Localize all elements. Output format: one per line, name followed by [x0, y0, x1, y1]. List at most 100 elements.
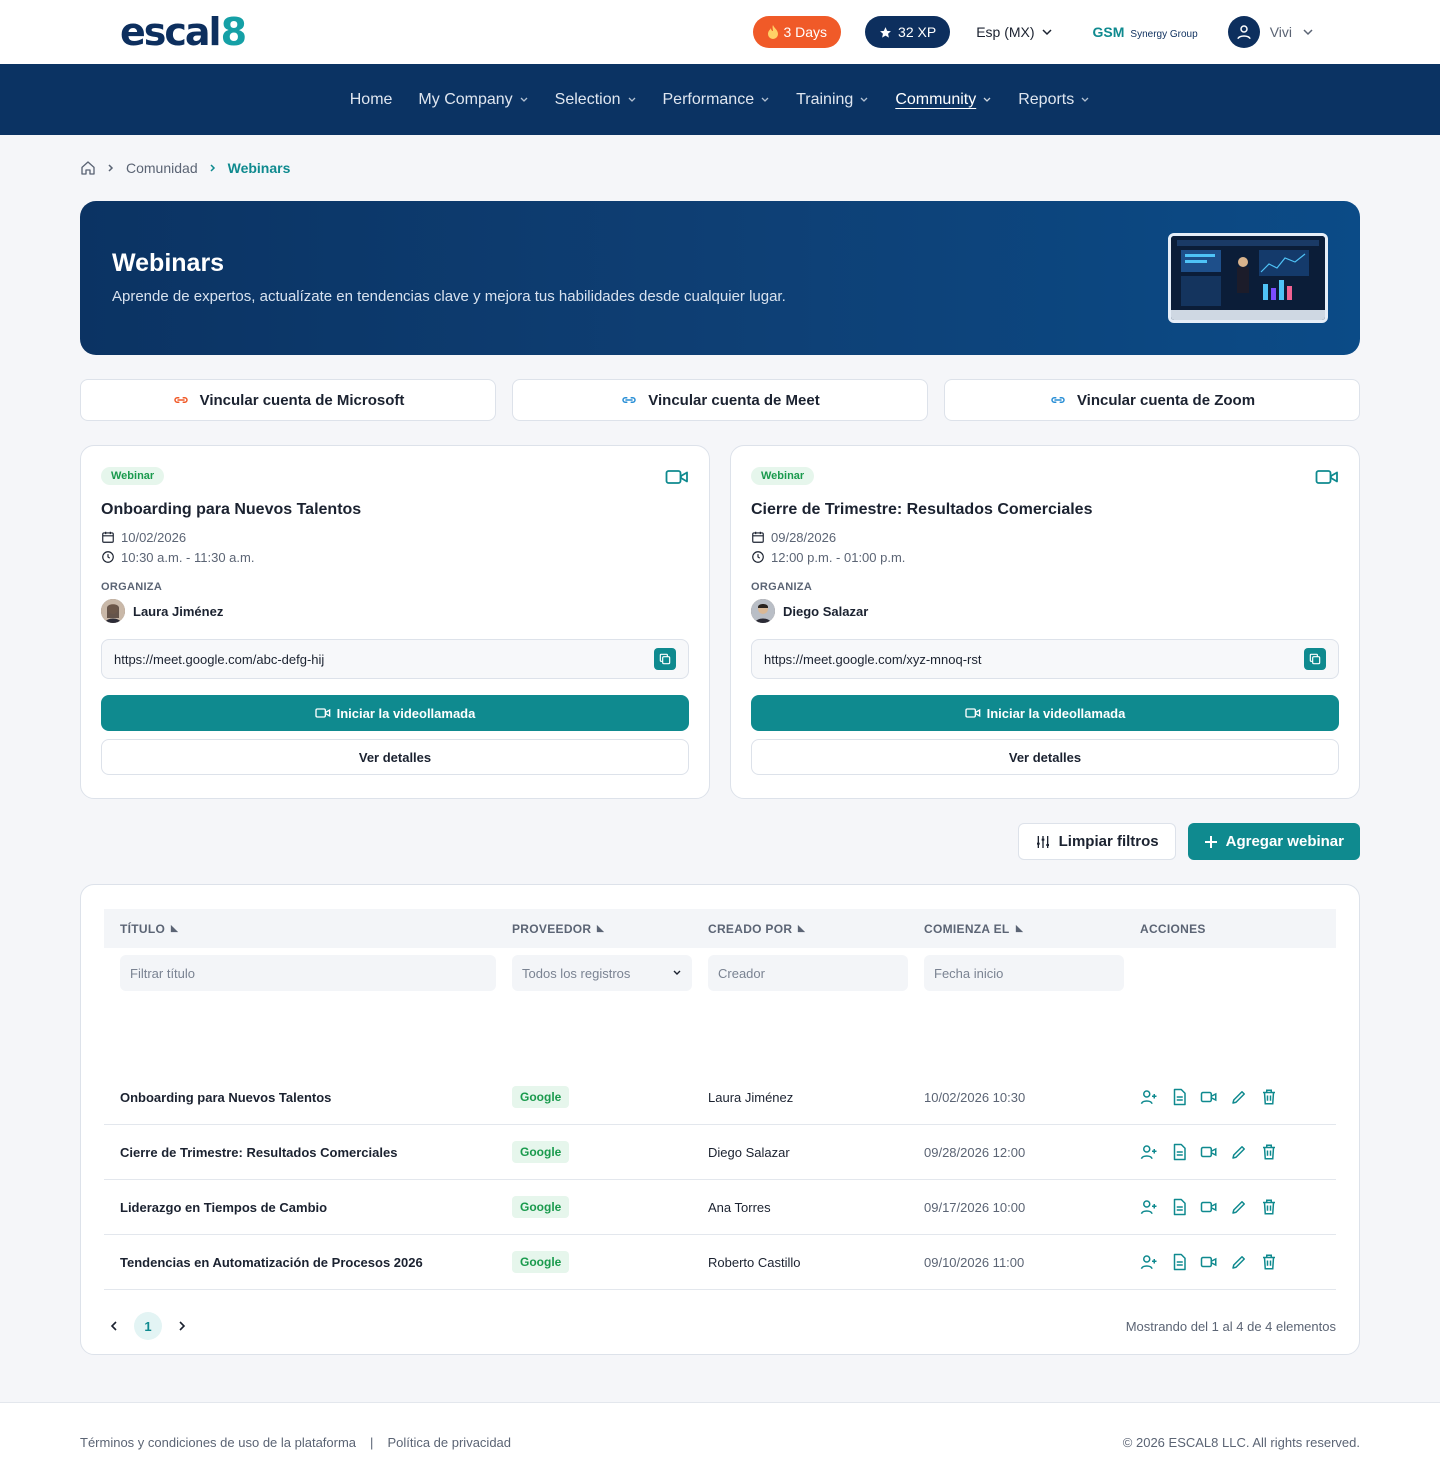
nav-performance[interactable]: Performance [650, 91, 784, 109]
start-videocall-label: Iniciar la videollamada [986, 705, 1126, 721]
chevron-down-icon [672, 968, 682, 978]
chevron-right-icon [208, 163, 218, 173]
filter-creator-input[interactable]: Creador [708, 955, 908, 991]
nav-training[interactable]: Training [783, 91, 882, 109]
chevron-down-icon [627, 95, 637, 105]
edit-icon[interactable] [1230, 1253, 1248, 1271]
row-creator: Roberto Castillo [708, 1254, 801, 1270]
header-label: PROVEEDOR [512, 921, 592, 936]
meeting-url-field[interactable]: https://meet.google.com/xyz-mnoq-rst [751, 639, 1339, 679]
page-number[interactable]: 1 [134, 1312, 162, 1340]
organizer-name: Laura Jiménez [133, 603, 224, 619]
streak-badge[interactable]: 3 Days [753, 16, 842, 48]
escal8-logo[interactable]: escal 8 [120, 10, 247, 54]
clock-icon [751, 550, 765, 564]
header-starts-on[interactable]: COMIENZA EL [908, 922, 1124, 936]
logo-digit: 8 [220, 10, 247, 54]
nav-community[interactable]: Community [882, 91, 1005, 109]
clear-filters-button[interactable]: Limpiar filtros [1017, 823, 1176, 860]
edit-icon[interactable] [1230, 1143, 1248, 1161]
copy-icon[interactable] [654, 648, 676, 670]
nav-home[interactable]: Home [337, 91, 406, 109]
chevron-down-icon [859, 95, 869, 105]
nav-reports[interactable]: Reports [1005, 91, 1103, 109]
video-camera-icon [1315, 468, 1339, 486]
nav-my-company[interactable]: My Company [405, 91, 541, 109]
document-icon[interactable] [1170, 1143, 1188, 1161]
privacy-link[interactable]: Política de privacidad [387, 1435, 511, 1450]
row-start: 10/02/2026 10:30 [924, 1089, 1026, 1105]
header-provider[interactable]: PROVEEDOR [496, 922, 692, 936]
chevron-right-icon[interactable] [176, 1320, 188, 1332]
language-selector[interactable]: Esp (MX) [976, 24, 1052, 40]
trash-icon[interactable] [1260, 1088, 1278, 1106]
filter-date-input[interactable]: Fecha inicio [924, 955, 1124, 991]
meeting-url-field[interactable]: https://meet.google.com/abc-defg-hij [101, 639, 689, 679]
video-camera-icon[interactable] [1200, 1198, 1218, 1216]
filter-title-input[interactable]: Filtrar título [120, 955, 496, 991]
filter-placeholder: Filtrar título [130, 965, 196, 981]
meeting-url: https://meet.google.com/abc-defg-hij [114, 651, 325, 667]
trash-icon[interactable] [1260, 1253, 1278, 1271]
nav-label: Reports [1018, 90, 1075, 108]
chevron-down-icon [1041, 26, 1053, 38]
breadcrumb-parent[interactable]: Comunidad [126, 160, 198, 176]
header-label: COMIENZA EL [924, 921, 1010, 936]
nav-selection[interactable]: Selection [542, 91, 650, 109]
xp-text: 32 XP [898, 24, 937, 40]
edit-icon[interactable] [1230, 1198, 1248, 1216]
document-icon[interactable] [1170, 1088, 1188, 1106]
organizer-name: Diego Salazar [783, 603, 869, 619]
chevron-down-icon [982, 95, 992, 105]
add-webinar-button[interactable]: Agregar webinar [1187, 823, 1360, 860]
webinar-card: Webinar Onboarding para Nuevos Talentos … [80, 445, 710, 799]
edit-icon[interactable] [1230, 1088, 1248, 1106]
user-menu[interactable]: Vivi [1227, 16, 1314, 48]
start-videocall-button[interactable]: Iniciar la videollamada [101, 695, 689, 731]
document-icon[interactable] [1170, 1253, 1188, 1271]
table-toolbar: Limpiar filtros Agregar webinar [80, 823, 1360, 860]
filter-provider-select[interactable]: Todos los registros [512, 955, 692, 991]
trash-icon[interactable] [1260, 1143, 1278, 1161]
header-created-by[interactable]: CREADO POR [692, 922, 908, 936]
card-title: Onboarding para Nuevos Talentos [101, 501, 362, 518]
xp-badge[interactable]: 32 XP [865, 16, 951, 48]
webinar-illustration [1168, 233, 1328, 323]
start-videocall-button[interactable]: Iniciar la videollamada [751, 695, 1339, 731]
document-icon[interactable] [1170, 1198, 1188, 1216]
row-title: Liderazgo en Tiempos de Cambio [120, 1199, 328, 1215]
link-microsoft-label: Vincular cuenta de Microsoft [199, 391, 405, 409]
user-name: Vivi [1269, 24, 1292, 40]
chevron-left-icon[interactable] [108, 1320, 120, 1332]
link-zoom-button[interactable]: Vincular cuenta de Zoom [944, 379, 1360, 421]
plus-icon [1204, 835, 1218, 849]
video-camera-icon[interactable] [1200, 1088, 1218, 1106]
organizer: Diego Salazar [751, 599, 1339, 623]
header-title[interactable]: TÍTULO [104, 922, 496, 936]
add-participant-icon[interactable] [1140, 1253, 1158, 1271]
main-nav: Home My Company Selection Performance Tr… [0, 64, 1440, 135]
view-details-button[interactable]: Ver detalles [101, 739, 689, 775]
footer: Términos y condiciones de uso de la plat… [0, 1402, 1440, 1482]
video-camera-icon[interactable] [1200, 1143, 1218, 1161]
home-icon[interactable] [80, 160, 96, 176]
page-subtitle: Aprende de expertos, actualízate en tend… [112, 288, 786, 305]
row-actions [1124, 1253, 1336, 1271]
video-camera-icon[interactable] [1200, 1253, 1218, 1271]
terms-link[interactable]: Términos y condiciones de uso de la plat… [80, 1435, 356, 1450]
row-title: Tendencias en Automatización de Procesos… [120, 1254, 423, 1270]
add-participant-icon[interactable] [1140, 1198, 1158, 1216]
webinars-table: TÍTULO PROVEEDOR CREADO POR COMIENZA EL … [80, 884, 1360, 1355]
language-label: Esp (MX) [976, 24, 1035, 40]
row-actions [1124, 1198, 1336, 1216]
link-meet-button[interactable]: Vincular cuenta de Meet [512, 379, 928, 421]
link-microsoft-button[interactable]: Vincular cuenta de Microsoft [80, 379, 496, 421]
sort-icon [796, 923, 807, 934]
add-participant-icon[interactable] [1140, 1143, 1158, 1161]
star-icon [879, 26, 892, 39]
trash-icon[interactable] [1260, 1198, 1278, 1216]
copy-icon[interactable] [1304, 648, 1326, 670]
view-details-button[interactable]: Ver detalles [751, 739, 1339, 775]
row-actions [1124, 1088, 1336, 1106]
add-participant-icon[interactable] [1140, 1088, 1158, 1106]
